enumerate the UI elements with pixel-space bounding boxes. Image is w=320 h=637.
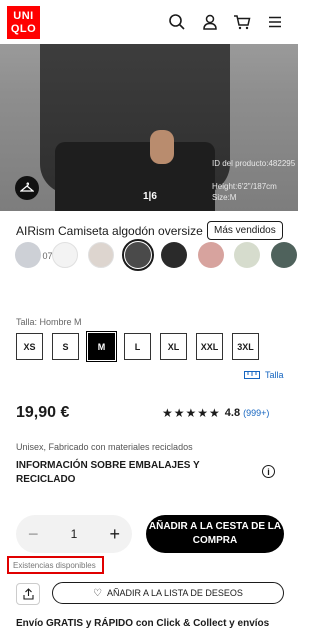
stock-status: Existencias disponibles [7,556,104,574]
color-swatch[interactable] [88,242,114,268]
color-swatch[interactable] [270,242,297,268]
hanger-icon[interactable] [15,176,39,200]
size-option-xs[interactable]: XS [16,333,43,360]
add-to-cart-button[interactable]: AÑADIR A LA CESTA DE LA COMPRA [146,515,284,553]
add-to-wishlist-button[interactable]: ♡ AÑADIR A LA LISTA DE DESEOS [52,582,284,604]
packaging-info-title: INFORMACIÓN SOBRE EMBALAJES Y RECICLADO [16,460,200,485]
size-option-l[interactable]: L [124,333,151,360]
model-height: Height:6'2"/187cm [212,182,277,191]
bestseller-badge: Más vendidos [207,221,283,240]
decrease-quantity-button[interactable]: − [28,524,39,545]
size-option-3xl[interactable]: 3XL [232,333,259,360]
size-option-xxl[interactable]: XXL [196,333,223,360]
menu-icon[interactable] [266,13,284,31]
logo-line-1: UNI [13,9,34,22]
logo-line-2: QLO [10,22,37,35]
product-title: AIRism Camiseta algodón oversize [16,224,203,238]
product-id-text: ID del producto:482295 [212,159,296,168]
rating-value: 4.8 [224,407,241,419]
header: UNI QLO [0,0,298,44]
size-guide-label: Talla [265,370,284,380]
image-counter: 1|6 [143,191,157,202]
color-swatch[interactable] [15,242,41,268]
color-swatch[interactable] [51,242,78,268]
uniqlo-logo[interactable]: UNI QLO [7,6,40,39]
increase-quantity-button[interactable]: + [109,524,120,545]
color-swatch[interactable] [124,242,151,268]
wishlist-label: AÑADIR A LA LISTA DE DESEOS [107,588,243,598]
ruler-icon [244,371,260,379]
title-row: AIRism Camiseta algodón oversize Más ven… [16,221,286,240]
info-icon[interactable]: i [262,465,275,478]
quantity-stepper: − 1 + [16,515,132,553]
product-features: Unisex, Fabricado con materiales recicla… [16,442,193,452]
product-image[interactable]: ID del producto:482295 Height:6'2"/187cm… [0,44,298,211]
rating-count[interactable]: (999+) [243,408,269,418]
search-icon[interactable] [168,13,186,31]
rating[interactable]: ★★★★★ 4.8 (999+) [162,406,269,420]
size-guide-link[interactable]: Talla [244,370,284,380]
heart-icon: ♡ [93,587,103,599]
account-icon[interactable] [201,13,219,31]
color-swatch[interactable] [234,242,260,268]
quantity-value: 1 [70,527,78,541]
size-label: Talla: Hombre M [16,317,82,327]
hanger-glyph [20,182,34,192]
hand-shape [150,130,174,164]
pants-shape [55,142,215,211]
share-icon [22,588,34,600]
shipping-info: Envío GRATIS y RÁPIDO con Click & Collec… [16,618,270,629]
share-button[interactable] [16,583,40,605]
star-rating: ★★★★★ [162,406,221,420]
color-swatch[interactable] [161,242,187,268]
size-option-s[interactable]: S [52,333,79,360]
model-info: ID del producto:482295 Height:6'2"/187cm… [212,158,295,203]
price: 19,90 € [16,404,70,421]
model-size: Size:M [212,193,237,202]
size-option-xl[interactable]: XL [160,333,187,360]
size-option-m[interactable]: M [86,331,117,362]
cart-icon[interactable] [233,13,251,31]
color-swatch[interactable] [197,242,224,268]
